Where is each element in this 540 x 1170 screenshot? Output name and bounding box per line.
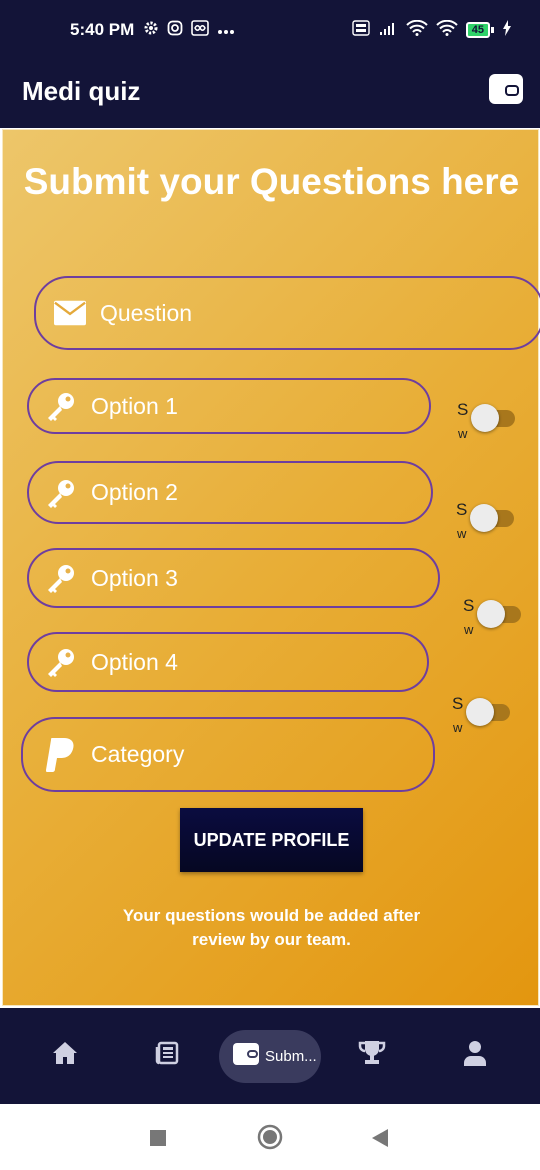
- toggle-thumb: [466, 698, 494, 726]
- review-note: Your questions would be added after revi…: [3, 904, 540, 952]
- nav-profile[interactable]: [458, 1038, 492, 1072]
- home-icon: [52, 1041, 78, 1070]
- toggle-label-bottom: w: [458, 426, 468, 441]
- key-icon: [45, 562, 77, 594]
- status-icons-left: [143, 20, 235, 41]
- option-4-placeholder: Option 4: [91, 648, 178, 675]
- toggle-label-top: S: [452, 694, 464, 713]
- paypal-icon: [45, 737, 77, 772]
- nav-news[interactable]: [150, 1038, 184, 1072]
- toggle-label-bottom: w: [464, 622, 474, 637]
- status-bar: 5:40 PM 45: [0, 0, 540, 62]
- update-profile-button[interactable]: UPDATE PROFILE: [180, 808, 363, 872]
- instagram-icon: [167, 20, 183, 41]
- toggle-thumb: [471, 404, 499, 432]
- key-icon: [45, 390, 77, 422]
- option-4-field[interactable]: Option 4: [27, 632, 429, 692]
- page-title: Submit your Questions here: [23, 161, 520, 202]
- toggle-label-bottom: w: [453, 720, 463, 735]
- category-field[interactable]: Category: [21, 717, 435, 792]
- toggle-label-top: S: [456, 500, 468, 519]
- question-field[interactable]: Question: [34, 276, 540, 350]
- toggle-label-bottom: w: [457, 526, 467, 541]
- bottom-nav: Subm...: [0, 1008, 540, 1104]
- system-nav-bar: [0, 1104, 540, 1170]
- charging-icon: [502, 20, 512, 39]
- submit-question-card: Submit your Questions here Question Opti…: [2, 129, 540, 1006]
- category-placeholder: Category: [91, 741, 185, 767]
- nav-home[interactable]: [48, 1038, 82, 1072]
- volte-icon: [352, 20, 370, 39]
- nav-submit[interactable]: Subm...: [219, 1030, 321, 1083]
- news-icon: [155, 1041, 179, 1070]
- toggle-thumb: [477, 600, 505, 628]
- battery-icon: 45: [465, 21, 494, 38]
- option-2-placeholder: Option 2: [91, 479, 178, 505]
- app-title: Medi quiz: [22, 76, 141, 106]
- toggle-thumb: [470, 504, 498, 532]
- option-1-toggle[interactable]: S w: [457, 400, 519, 441]
- back-icon[interactable]: [370, 1128, 390, 1153]
- key-icon: [45, 646, 77, 678]
- option-2-toggle[interactable]: S w: [456, 500, 518, 541]
- mail-icon: [54, 297, 86, 329]
- recent-apps-icon[interactable]: [149, 1129, 167, 1152]
- toggle-label-top: S: [457, 400, 469, 419]
- wifi-icon: [406, 19, 428, 39]
- option-2-field[interactable]: Option 2: [27, 461, 433, 524]
- wallet-icon[interactable]: [489, 74, 523, 104]
- infinity-icon: [191, 20, 209, 41]
- gear-icon: [143, 20, 159, 41]
- more-icon: [217, 22, 235, 40]
- question-placeholder: Question: [100, 299, 193, 326]
- signal-icon: [378, 20, 398, 39]
- option-1-placeholder: Option 1: [91, 392, 178, 419]
- option-4-toggle[interactable]: S w: [452, 694, 514, 735]
- review-note-text: Your questions would be added after revi…: [122, 906, 421, 949]
- battery-level: 45: [465, 21, 490, 38]
- wallet-icon: [233, 1043, 259, 1070]
- trophy-icon: [358, 1040, 386, 1071]
- status-time: 5:40 PM: [70, 20, 135, 39]
- nav-leaderboard[interactable]: [355, 1038, 389, 1072]
- wifi-icon: [436, 19, 458, 39]
- home-button-icon[interactable]: [257, 1124, 283, 1155]
- key-icon: [45, 477, 77, 509]
- app-bar: Medi quiz: [0, 62, 540, 128]
- option-3-field[interactable]: Option 3: [27, 548, 440, 608]
- status-icons-right: 45: [352, 19, 512, 39]
- option-3-placeholder: Option 3: [91, 564, 178, 591]
- option-3-toggle[interactable]: S w: [463, 596, 525, 637]
- nav-submit-label: Subm...: [265, 1048, 317, 1065]
- person-icon: [463, 1040, 487, 1071]
- toggle-label-top: S: [463, 596, 475, 615]
- option-1-field[interactable]: Option 1: [27, 378, 431, 434]
